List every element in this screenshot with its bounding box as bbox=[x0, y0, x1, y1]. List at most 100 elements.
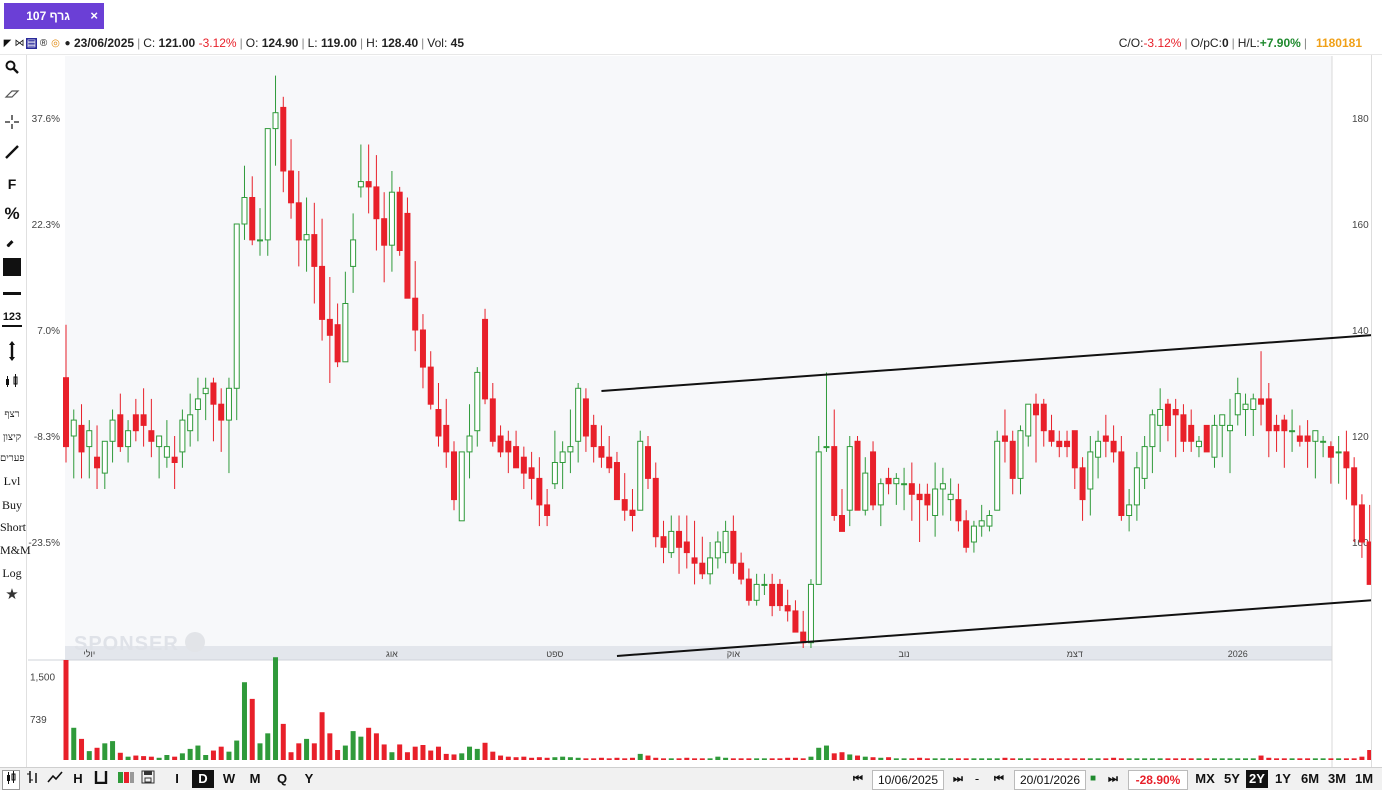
star-icon[interactable]: ★ bbox=[0, 583, 24, 607]
volume-bar bbox=[164, 755, 170, 760]
candle-body bbox=[497, 435, 504, 453]
separator: | bbox=[1231, 36, 1235, 50]
candle-body bbox=[187, 414, 194, 432]
hlc-mode-icon[interactable]: H bbox=[70, 770, 86, 788]
percent-tool[interactable]: % bbox=[0, 202, 24, 226]
volume-bar bbox=[79, 738, 85, 760]
candle-body bbox=[505, 440, 512, 453]
trend-lines[interactable] bbox=[601, 325, 1382, 657]
volume-bar bbox=[1134, 758, 1140, 760]
percent-axis: 37.6% 22.3% 7.0% -8.3% -23.5% bbox=[28, 114, 60, 549]
candle-body bbox=[1180, 414, 1187, 442]
save-icon[interactable] bbox=[140, 770, 156, 788]
period-month[interactable]: M bbox=[244, 770, 266, 788]
percent-tick-label: 7.0% bbox=[37, 326, 60, 337]
candle-body bbox=[303, 234, 310, 241]
first-to-icon[interactable]: ⏮ bbox=[986, 770, 1012, 788]
range-6m[interactable]: 6M bbox=[1298, 770, 1322, 788]
date-axis-band bbox=[65, 646, 1332, 660]
period-quarter[interactable]: Q bbox=[270, 770, 294, 788]
range-max[interactable]: MX bbox=[1192, 770, 1218, 788]
ohlc-mode-icon[interactable] bbox=[24, 770, 42, 788]
open-label: O: bbox=[245, 36, 259, 50]
candle-body bbox=[947, 493, 954, 501]
candle-body bbox=[637, 440, 644, 511]
candle-body bbox=[761, 583, 768, 586]
from-date-field[interactable]: 10/06/2025 bbox=[872, 770, 944, 790]
tool-sequence[interactable]: רצף bbox=[0, 403, 24, 427]
tool-log[interactable]: Log bbox=[0, 561, 24, 585]
fibonacci-tool[interactable]: F bbox=[0, 172, 24, 196]
line-width-icon[interactable] bbox=[0, 282, 24, 306]
range-5y[interactable]: 5Y bbox=[1220, 770, 1244, 788]
color-bars-icon[interactable] bbox=[116, 770, 136, 788]
tool-lvl[interactable]: Lvl bbox=[0, 469, 24, 493]
volume-bar bbox=[831, 753, 837, 760]
candle-body bbox=[171, 456, 178, 464]
close-label: C: bbox=[143, 36, 156, 50]
close-tab-icon[interactable]: × bbox=[90, 3, 98, 29]
pencil-icon[interactable] bbox=[0, 231, 24, 255]
eraser-icon[interactable] bbox=[0, 83, 24, 107]
bottom-toolbar: H I D W M Q Y ⏮ 10/06/2025 ⏭ - ⏮ 20/01/2… bbox=[0, 767, 1382, 790]
tool-short[interactable]: Short bbox=[0, 515, 26, 539]
first-from-icon[interactable]: ⏮ bbox=[845, 770, 871, 788]
candle-body bbox=[544, 504, 551, 516]
measure-tool[interactable]: 123 bbox=[0, 310, 24, 334]
candles-mode-icon[interactable] bbox=[2, 770, 20, 790]
candle-body bbox=[567, 446, 574, 453]
volume-bar bbox=[63, 660, 69, 760]
candle-body bbox=[288, 170, 295, 204]
candle-body bbox=[893, 477, 900, 485]
candle-body bbox=[233, 223, 240, 389]
search-icon[interactable] bbox=[0, 57, 24, 81]
target-icon[interactable]: ◎ bbox=[50, 38, 61, 49]
chart-type-icon[interactable]: ◤ bbox=[2, 38, 13, 49]
candle-body bbox=[1056, 440, 1063, 448]
volume-bar bbox=[179, 753, 185, 760]
candle-body bbox=[1281, 419, 1288, 432]
tool-gaps[interactable]: פערים bbox=[0, 447, 25, 471]
period-year[interactable]: Y bbox=[298, 770, 320, 788]
volume-bar bbox=[195, 745, 201, 760]
line-mode-icon[interactable] bbox=[46, 770, 64, 788]
candle-body bbox=[218, 403, 225, 421]
candle-body bbox=[963, 520, 970, 548]
share-icon[interactable]: ⋈ bbox=[14, 38, 25, 49]
candle-body bbox=[575, 387, 582, 442]
next-from-icon[interactable]: ⏭ bbox=[945, 770, 971, 788]
candle-body bbox=[877, 483, 884, 506]
vertical-line-icon[interactable] bbox=[0, 341, 24, 365]
period-intraday[interactable]: I bbox=[166, 770, 188, 788]
range-1m[interactable]: 1M bbox=[1352, 770, 1376, 788]
next-to-icon[interactable]: ⏭ bbox=[1100, 770, 1126, 788]
document-icon[interactable]: ▤ bbox=[26, 37, 37, 49]
crosshair-icon[interactable] bbox=[0, 112, 24, 136]
chart-tab[interactable]: גרף 107 יומי × bbox=[4, 3, 104, 49]
period-day[interactable]: D bbox=[192, 770, 214, 788]
price-chart[interactable]: SPONSER 100 120 140 160 180 37.6% 22.3% 7.0% -8… bbox=[0, 0, 1382, 789]
registered-icon[interactable]: ® bbox=[38, 38, 49, 49]
candle-body bbox=[1118, 451, 1125, 516]
period-week[interactable]: W bbox=[218, 770, 240, 788]
candle-body bbox=[784, 605, 791, 612]
comment-icon[interactable]: ● bbox=[62, 38, 73, 49]
lock-icon[interactable]: ■ bbox=[1087, 770, 1099, 788]
volume-bar bbox=[924, 758, 930, 760]
color-swatch[interactable] bbox=[0, 255, 24, 279]
candle-type-icon[interactable] bbox=[0, 371, 24, 395]
tool-buy[interactable]: Buy bbox=[0, 493, 24, 517]
range-1y[interactable]: 1Y bbox=[1272, 770, 1294, 788]
volume-bar bbox=[986, 758, 992, 760]
volume-bar bbox=[521, 756, 527, 760]
tool-mm[interactable]: M&M bbox=[0, 538, 31, 562]
range-2y[interactable]: 2Y bbox=[1246, 770, 1268, 788]
volume-bar bbox=[1080, 758, 1086, 760]
volume-bar bbox=[1010, 758, 1016, 760]
bar-mode-icon[interactable] bbox=[92, 770, 110, 788]
line-tool-icon[interactable] bbox=[0, 142, 24, 166]
vol-label: Vol: bbox=[427, 36, 448, 50]
range-3m[interactable]: 3M bbox=[1325, 770, 1349, 788]
to-date-field[interactable]: 20/01/2026 bbox=[1014, 770, 1086, 790]
right-scrollbar[interactable] bbox=[1371, 55, 1382, 767]
